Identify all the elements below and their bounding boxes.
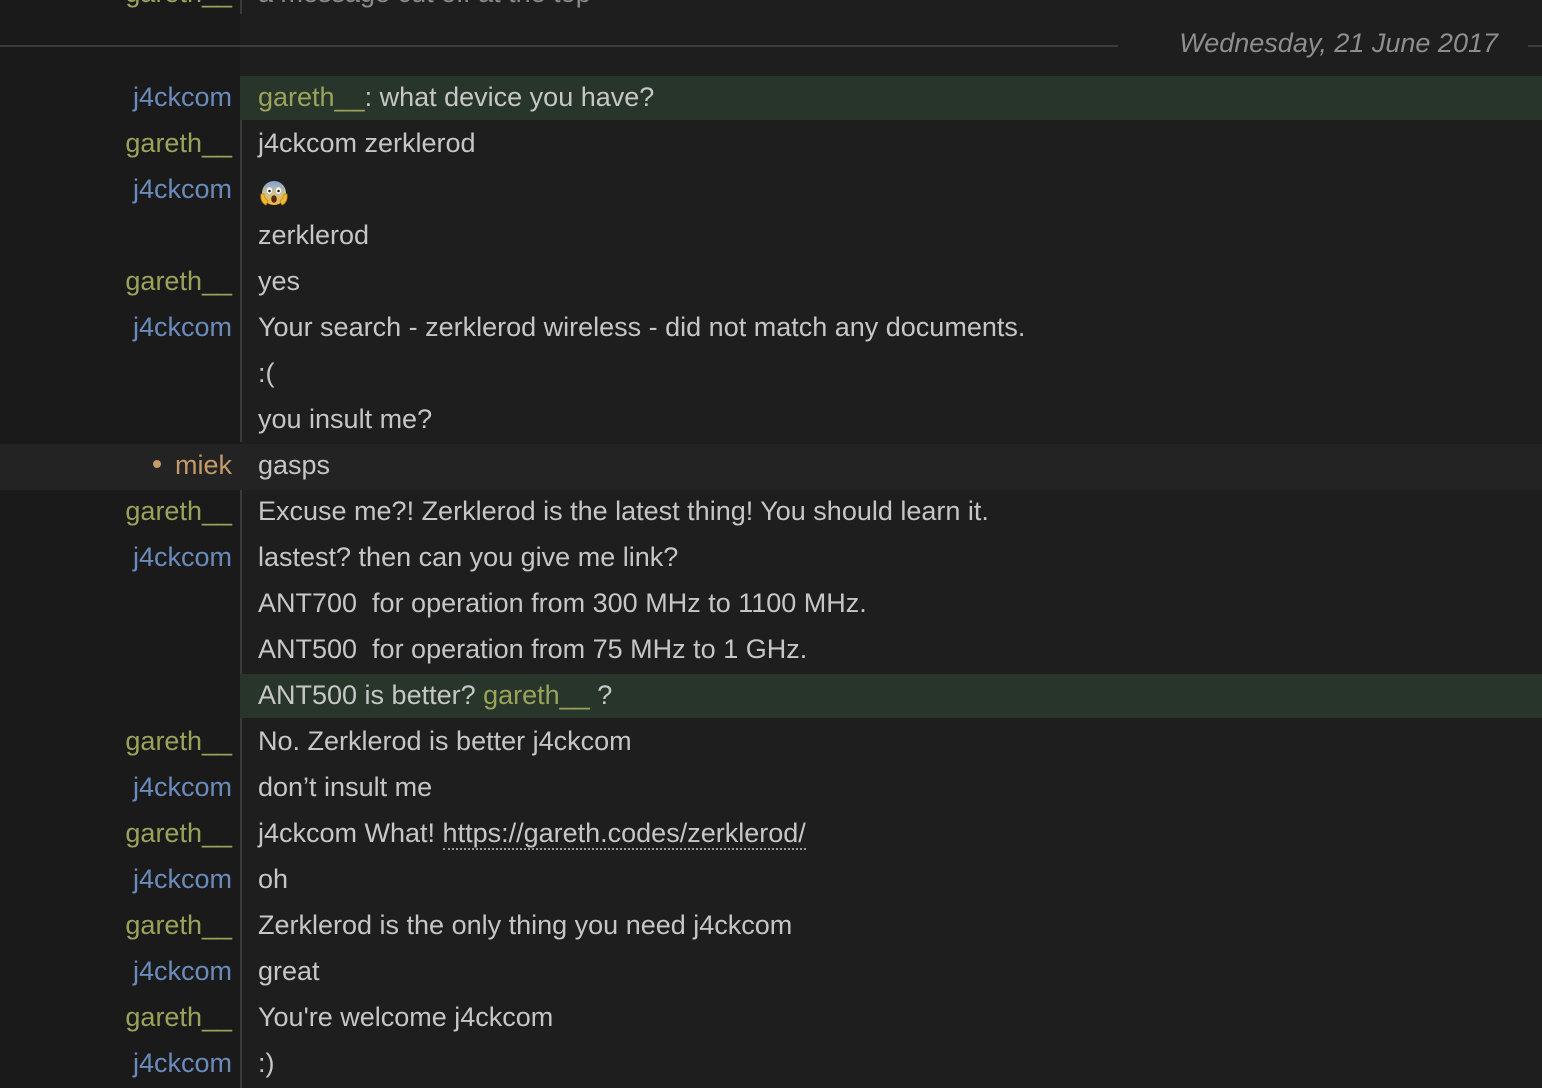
message-text-part: : what device you have?: [364, 82, 655, 112]
message-text: great: [258, 956, 320, 986]
date-separator: Wednesday, 21 June 2017: [0, 24, 1542, 68]
message-row[interactable]: gareth__ You're welcome j4ckcom: [0, 996, 1542, 1042]
nick-label[interactable]: j4ckcom: [0, 1048, 232, 1079]
bullet-icon: [152, 459, 161, 468]
message-row[interactable]: gareth__ Zerklerod is the only thing you…: [0, 904, 1542, 950]
message-text: oh: [258, 864, 289, 894]
message-row[interactable]: gareth__ j4ckcom What! https://gareth.co…: [0, 812, 1542, 858]
nick-label[interactable]: j4ckcom: [0, 174, 232, 205]
message-text-part: ANT500 is better?: [258, 680, 484, 710]
nick-label[interactable]: gareth__: [0, 726, 232, 757]
message-row[interactable]: zerklerod: [0, 214, 1542, 260]
message-text: You're welcome j4ckcom: [258, 1002, 554, 1032]
message-text-part: j4ckcom What!: [258, 818, 443, 848]
url-link[interactable]: https://gareth.codes/zerklerod/: [442, 818, 806, 850]
nick-label[interactable]: gareth__: [0, 266, 232, 297]
message-text: j4ckcom What! https://gareth.codes/zerkl…: [258, 818, 806, 850]
divider: [1528, 45, 1542, 47]
message-text: a message cut off at the top: [258, 0, 591, 9]
message-row[interactable]: j4ckcom oh: [0, 858, 1542, 904]
message-row[interactable]: j4ckcom lastest? then can you give me li…: [0, 536, 1542, 582]
nick-label[interactable]: j4ckcom: [0, 82, 232, 113]
message-text: zerklerod: [258, 220, 370, 250]
message-text: :): [258, 1048, 275, 1078]
message-text: you insult me?: [258, 404, 433, 434]
nick-label[interactable]: gareth__: [125, 0, 232, 9]
message-text: don’t insult me: [258, 772, 433, 802]
nick-label[interactable]: gareth__: [0, 128, 232, 159]
date-label: Wednesday, 21 June 2017: [1179, 28, 1498, 58]
nick-label[interactable]: j4ckcom: [0, 312, 232, 343]
message-row[interactable]: :(: [0, 352, 1542, 398]
message-text: ANT700 for operation from 300 MHz to 110…: [258, 588, 867, 618]
clipped-message: gareth__ a message cut off at the top: [0, 0, 1542, 8]
message-text: Excuse me?! Zerklerod is the latest thin…: [258, 496, 989, 526]
message-row[interactable]: you insult me?: [0, 398, 1542, 444]
message-text: yes: [258, 266, 301, 296]
message-row[interactable]: j4ckcom don’t insult me: [0, 766, 1542, 812]
mention[interactable]: gareth__: [258, 82, 365, 112]
message-row[interactable]: j4ckcom gareth__: what device you have?: [0, 76, 1542, 122]
message-row[interactable]: ANT500 for operation from 75 MHz to 1 GH…: [0, 628, 1542, 674]
message-text: lastest? then can you give me link?: [258, 542, 679, 572]
message-row[interactable]: j4ckcom Your search - zerklerod wireless…: [0, 306, 1542, 352]
nick-label[interactable]: gareth__: [0, 496, 232, 527]
nick-label[interactable]: j4ckcom: [0, 542, 232, 573]
message-row[interactable]: gareth__ Excuse me?! Zerklerod is the la…: [0, 490, 1542, 536]
message-text: [258, 174, 290, 213]
nick-label[interactable]: miek: [0, 450, 232, 481]
nick-label[interactable]: gareth__: [0, 910, 232, 941]
divider: [0, 45, 1118, 47]
message-row[interactable]: gareth__ j4ckcom zerklerod: [0, 122, 1542, 168]
action-text: gasps: [258, 450, 331, 480]
message-row[interactable]: ANT700 for operation from 300 MHz to 110…: [0, 582, 1542, 628]
nick-label[interactable]: j4ckcom: [0, 864, 232, 895]
message-text: No. Zerklerod is better j4ckcom: [258, 726, 632, 756]
message-text: gareth__: what device you have?: [258, 82, 654, 113]
mention[interactable]: gareth__: [483, 680, 590, 710]
message-row[interactable]: j4ckcom great: [0, 950, 1542, 996]
message-text: ANT500 for operation from 75 MHz to 1 GH…: [258, 634, 808, 664]
message-row[interactable]: ANT500 is better? gareth__ ?: [0, 674, 1542, 720]
nick-label[interactable]: j4ckcom: [0, 956, 232, 987]
message-list: j4ckcom gareth__: what device you have? …: [0, 76, 1542, 1088]
nick-label[interactable]: j4ckcom: [0, 772, 232, 803]
message-text-part: ?: [589, 680, 613, 710]
message-row[interactable]: gareth__ yes: [0, 260, 1542, 306]
message-row[interactable]: j4ckcom: [0, 168, 1542, 214]
message-text: j4ckcom zerklerod: [258, 128, 476, 158]
action-row[interactable]: miek gasps: [0, 444, 1542, 490]
message-text: ANT500 is better? gareth__ ?: [258, 680, 612, 711]
message-text: Zerklerod is the only thing you need j4c…: [258, 910, 793, 940]
nick-text: miek: [174, 450, 232, 480]
message-text: Your search - zerklerod wireless - did n…: [258, 312, 1026, 342]
nick-label[interactable]: gareth__: [0, 1002, 232, 1033]
message-row[interactable]: gareth__ No. Zerklerod is better j4ckcom: [0, 720, 1542, 766]
nick-label[interactable]: gareth__: [0, 818, 232, 849]
message-row[interactable]: j4ckcom :): [0, 1042, 1542, 1088]
face-screaming-in-fear-emoji: [260, 181, 288, 206]
message-text: :(: [258, 358, 275, 388]
